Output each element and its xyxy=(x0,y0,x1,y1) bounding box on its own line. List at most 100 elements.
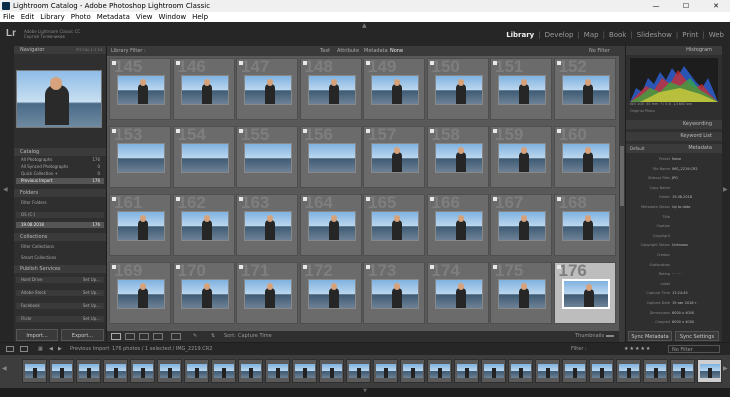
filmstrip-thumb[interactable] xyxy=(76,359,101,383)
filters-off-dropdown[interactable]: No Filter xyxy=(589,46,610,56)
filmstrip-thumb[interactable] xyxy=(508,359,533,383)
filter-metadata-tab[interactable]: Metadata xyxy=(364,46,388,56)
smart-collections[interactable]: Smart Collections xyxy=(16,255,104,261)
metadata-row[interactable]: Cropped 6000 x 4000 xyxy=(626,319,722,325)
scroll-thumb[interactable] xyxy=(620,146,624,206)
module-library[interactable]: Library xyxy=(506,31,534,39)
filmstrip-thumb[interactable] xyxy=(49,359,74,383)
original-photo-check[interactable]: Original Photo xyxy=(630,109,655,113)
filmstrip-thumb[interactable] xyxy=(454,359,479,383)
secondary-window-icon[interactable] xyxy=(6,346,14,352)
filmstrip-thumb[interactable] xyxy=(373,359,398,383)
grid-mode-icon[interactable] xyxy=(20,346,28,352)
metadata-row[interactable]: Copyright Status Unknown xyxy=(626,242,722,248)
filmstrip-thumb[interactable] xyxy=(481,359,506,383)
metadata-row[interactable]: Capture Time 13:24:45 xyxy=(626,290,722,296)
publish-header[interactable]: Publish Services xyxy=(14,265,106,273)
grid-cell[interactable]: 167 xyxy=(490,194,552,256)
metadata-row[interactable]: Metadata Status Up to date xyxy=(626,204,722,210)
setup-link[interactable]: Set Up... xyxy=(83,277,100,283)
filmstrip-thumb[interactable] xyxy=(346,359,371,383)
grid-cell[interactable]: 175 xyxy=(490,262,552,324)
grid-cell[interactable]: 174 xyxy=(426,262,489,324)
forward-arrow-icon[interactable]: ▶ xyxy=(58,343,62,355)
filmstrip-right-icon[interactable]: ▶ xyxy=(723,365,728,372)
metadata-row[interactable]: Sublocation xyxy=(626,262,722,268)
grid-cell[interactable]: 154 xyxy=(172,126,235,188)
grid-cell[interactable]: 149 xyxy=(363,58,425,120)
sort-dropdown[interactable]: Capture Time xyxy=(238,331,272,342)
filmstrip-thumb[interactable] xyxy=(400,359,425,383)
filter-attribute-tab[interactable]: Attribute xyxy=(337,46,359,56)
minimize-button[interactable]: — xyxy=(642,0,670,12)
setup-link[interactable]: Set Up... xyxy=(83,303,100,309)
zoom-options[interactable]: FIT FILL 1:1 3:1 xyxy=(76,46,103,54)
drive-row[interactable]: OS (C:) xyxy=(16,212,104,218)
menu-window[interactable]: Window xyxy=(159,13,187,21)
collapse-right-icon[interactable]: ▶ xyxy=(723,186,728,193)
module-web[interactable]: Web xyxy=(709,31,724,39)
menu-help[interactable]: Help xyxy=(192,13,208,21)
rating-filter-stars[interactable]: ★★★★★ xyxy=(624,343,651,355)
export-button[interactable]: Export... xyxy=(61,329,104,341)
metadata-view-dropdown[interactable]: Default xyxy=(630,145,645,153)
thumbnail-size-slider[interactable] xyxy=(606,335,614,337)
keywording-header[interactable]: Keywording xyxy=(626,120,722,129)
metadata-row[interactable]: Dimensions 6000 x 4000 xyxy=(626,310,722,316)
navigator-header[interactable]: Navigator FIT FILL 1:1 3:1 xyxy=(14,46,106,54)
sync-settings-button[interactable]: Sync Settings xyxy=(675,331,719,341)
grid-cell[interactable]: 148 xyxy=(299,58,362,120)
grid-cell[interactable]: 162 xyxy=(172,194,235,256)
metadata-row[interactable]: Sidecar Files JPG xyxy=(626,175,722,181)
metadata-row[interactable]: Rating · · · · · xyxy=(626,271,722,277)
sync-metadata-button[interactable]: Sync Metadata xyxy=(628,331,672,341)
filmstrip-thumb[interactable] xyxy=(562,359,587,383)
loupe-view-icon[interactable] xyxy=(125,333,135,340)
menu-view[interactable]: View xyxy=(136,13,153,21)
grid-cell[interactable]: 156 xyxy=(299,126,362,188)
metadata-row[interactable]: Caption xyxy=(626,223,722,229)
grid-cell[interactable]: 151 xyxy=(490,58,552,120)
metadata-row[interactable]: Copy Name xyxy=(626,185,722,191)
grid-cell[interactable]: 158 xyxy=(426,126,489,188)
metadata-row[interactable]: Creator xyxy=(626,252,722,258)
filmstrip-thumb[interactable] xyxy=(103,359,128,383)
filter-folders[interactable]: Filter Folders xyxy=(16,200,104,206)
filmstrip-thumb[interactable] xyxy=(184,359,209,383)
publish-facebook[interactable]: Facebook Set Up... xyxy=(16,303,104,309)
module-book[interactable]: Book xyxy=(609,31,626,39)
grid-cell[interactable]: 172 xyxy=(299,262,362,324)
publish-adobe-stock[interactable]: Adobe Stock Set Up... xyxy=(16,290,104,296)
metadata-row[interactable]: Label xyxy=(626,281,722,287)
grid-cell[interactable]: 176 xyxy=(553,262,616,324)
grid-cell[interactable]: 145 xyxy=(109,58,171,120)
catalog-item-quick[interactable]: Quick Collection + 0 xyxy=(16,171,104,177)
menu-metadata[interactable]: Metadata xyxy=(97,13,130,21)
grid-cell[interactable]: 160 xyxy=(553,126,616,188)
catalog-header[interactable]: Catalog xyxy=(14,148,106,156)
metadata-row[interactable]: Preset None xyxy=(626,156,722,162)
grid-cell[interactable]: 171 xyxy=(236,262,298,324)
grid-cell[interactable]: 152 xyxy=(553,58,616,120)
publish-flickr[interactable]: Flickr Set Up... xyxy=(16,316,104,322)
setup-link[interactable]: Set Up... xyxy=(83,290,100,296)
grid-cell[interactable]: 166 xyxy=(426,194,489,256)
survey-view-icon[interactable] xyxy=(153,333,163,340)
grid-cell[interactable]: 161 xyxy=(109,194,171,256)
filter-text-tab[interactable]: Text xyxy=(320,46,330,56)
grid-cell[interactable]: 164 xyxy=(299,194,362,256)
grid-cell[interactable]: 155 xyxy=(236,126,298,188)
metadata-row[interactable]: Folder 19.08.2018 xyxy=(626,194,722,200)
grid-cell[interactable]: 146 xyxy=(172,58,235,120)
collapse-left-icon[interactable]: ◀ xyxy=(3,186,8,193)
painter-icon[interactable]: ✎ xyxy=(193,331,197,342)
metadata-row[interactable]: Capture Date 19 авг 2018 г. xyxy=(626,300,722,306)
menu-library[interactable]: Library xyxy=(40,13,64,21)
filter-none-tab[interactable]: None xyxy=(390,46,403,56)
sort-direction-icon[interactable]: ⇅ xyxy=(211,331,215,342)
filmstrip-thumb[interactable] xyxy=(292,359,317,383)
menu-photo[interactable]: Photo xyxy=(71,13,91,21)
metadata-row[interactable]: File Name IMG_2219.CR2 xyxy=(626,166,722,172)
filmstrip-thumb[interactable] xyxy=(157,359,182,383)
folder-row[interactable]: 19.08.2018 176 xyxy=(16,222,104,228)
